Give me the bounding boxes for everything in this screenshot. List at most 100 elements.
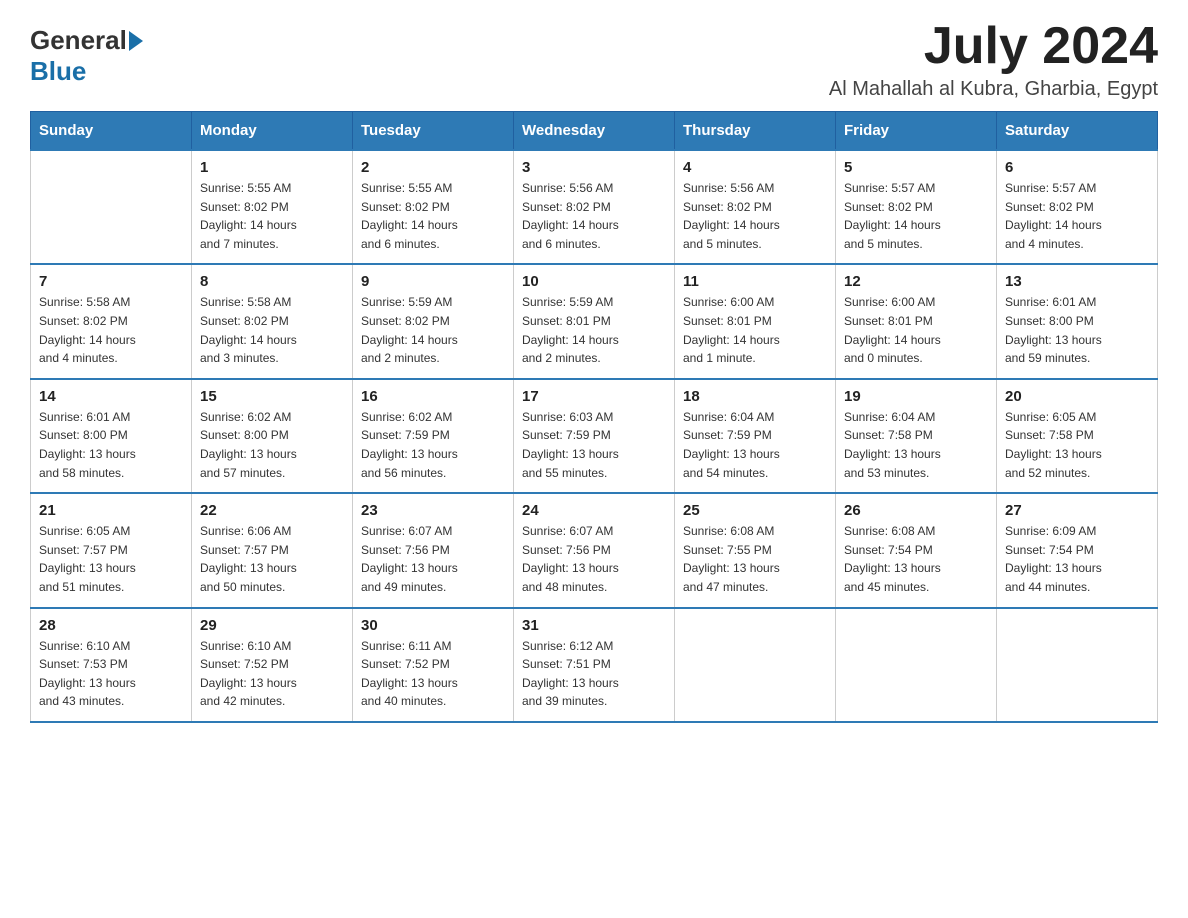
logo-blue-text: Blue	[30, 56, 86, 87]
day-info: Sunrise: 5:59 AM Sunset: 8:01 PM Dayligh…	[522, 293, 666, 367]
day-info: Sunrise: 6:11 AM Sunset: 7:52 PM Dayligh…	[361, 637, 505, 711]
day-number: 13	[1005, 273, 1149, 290]
day-header-sunday: Sunday	[31, 112, 192, 151]
day-number: 23	[361, 502, 505, 519]
day-cell	[675, 608, 836, 722]
location-subtitle: Al Mahallah al Kubra, Gharbia, Egypt	[829, 78, 1158, 101]
week-row-1: 1 Sunrise: 5:55 AM Sunset: 8:02 PM Daylig…	[31, 150, 1158, 264]
day-number: 7	[39, 273, 183, 290]
day-cell: 15 Sunrise: 6:02 AM Sunset: 8:00 PM Dayli…	[192, 379, 353, 493]
day-header-wednesday: Wednesday	[514, 112, 675, 151]
day-info: Sunrise: 6:05 AM Sunset: 7:58 PM Dayligh…	[1005, 408, 1149, 482]
week-row-2: 7 Sunrise: 5:58 AM Sunset: 8:02 PM Daylig…	[31, 264, 1158, 378]
day-number: 5	[844, 159, 988, 176]
logo-arrow-icon	[129, 31, 143, 51]
month-title: July 2024	[829, 20, 1158, 72]
day-cell: 17Sunrise: 6:03 AM Sunset: 7:59 PM Dayli…	[514, 379, 675, 493]
day-cell: 16 Sunrise: 6:02 AM Sunset: 7:59 PM Dayli…	[353, 379, 514, 493]
day-number: 17	[522, 388, 666, 405]
day-info: Sunrise: 6:08 AM Sunset: 7:55 PM Dayligh…	[683, 522, 827, 596]
day-number: 18	[683, 388, 827, 405]
day-cell: 26Sunrise: 6:08 AM Sunset: 7:54 PM Dayli…	[836, 493, 997, 607]
day-number: 16	[361, 388, 505, 405]
day-info: Sunrise: 6:04 AM Sunset: 7:59 PM Dayligh…	[683, 408, 827, 482]
day-info: Sunrise: 6:00 AM Sunset: 8:01 PM Dayligh…	[683, 293, 827, 367]
day-info: Sunrise: 5:55 AM Sunset: 8:02 PM Dayligh…	[200, 179, 344, 253]
day-cell: 9Sunrise: 5:59 AM Sunset: 8:02 PM Daylig…	[353, 264, 514, 378]
day-number: 22	[200, 502, 344, 519]
day-info: Sunrise: 6:12 AM Sunset: 7:51 PM Dayligh…	[522, 637, 666, 711]
day-info: Sunrise: 6:02 AM Sunset: 8:00 PM Dayligh…	[200, 408, 344, 482]
week-row-4: 21 Sunrise: 6:05 AM Sunset: 7:57 PM Dayli…	[31, 493, 1158, 607]
calendar-header-row: SundayMondayTuesdayWednesdayThursdayFrid…	[31, 112, 1158, 151]
day-info: Sunrise: 5:57 AM Sunset: 8:02 PM Dayligh…	[1005, 179, 1149, 253]
day-cell	[997, 608, 1158, 722]
day-cell: 13Sunrise: 6:01 AM Sunset: 8:00 PM Dayli…	[997, 264, 1158, 378]
day-cell: 28Sunrise: 6:10 AM Sunset: 7:53 PM Dayli…	[31, 608, 192, 722]
day-number: 1	[200, 159, 344, 176]
day-number: 30	[361, 617, 505, 634]
day-cell: 4Sunrise: 5:56 AM Sunset: 8:02 PM Daylig…	[675, 150, 836, 264]
day-cell: 30 Sunrise: 6:11 AM Sunset: 7:52 PM Dayli…	[353, 608, 514, 722]
day-number: 21	[39, 502, 183, 519]
day-cell: 27Sunrise: 6:09 AM Sunset: 7:54 PM Dayli…	[997, 493, 1158, 607]
day-info: Sunrise: 5:59 AM Sunset: 8:02 PM Dayligh…	[361, 293, 505, 367]
day-header-monday: Monday	[192, 112, 353, 151]
day-number: 19	[844, 388, 988, 405]
day-header-tuesday: Tuesday	[353, 112, 514, 151]
day-info: Sunrise: 5:55 AM Sunset: 8:02 PM Dayligh…	[361, 179, 505, 253]
day-info: Sunrise: 6:05 AM Sunset: 7:57 PM Dayligh…	[39, 522, 183, 596]
day-number: 12	[844, 273, 988, 290]
day-cell: 3Sunrise: 5:56 AM Sunset: 8:02 PM Daylig…	[514, 150, 675, 264]
day-cell: 7 Sunrise: 5:58 AM Sunset: 8:02 PM Daylig…	[31, 264, 192, 378]
day-number: 29	[200, 617, 344, 634]
day-cell: 20 Sunrise: 6:05 AM Sunset: 7:58 PM Dayli…	[997, 379, 1158, 493]
day-number: 28	[39, 617, 183, 634]
day-cell	[31, 150, 192, 264]
calendar-table: SundayMondayTuesdayWednesdayThursdayFrid…	[30, 111, 1158, 723]
day-cell: 23 Sunrise: 6:07 AM Sunset: 7:56 PM Dayli…	[353, 493, 514, 607]
day-cell: 24Sunrise: 6:07 AM Sunset: 7:56 PM Dayli…	[514, 493, 675, 607]
page-header: General Blue July 2024 Al Mahallah al Ku…	[30, 20, 1158, 101]
day-header-friday: Friday	[836, 112, 997, 151]
day-info: Sunrise: 6:04 AM Sunset: 7:58 PM Dayligh…	[844, 408, 988, 482]
day-info: Sunrise: 6:02 AM Sunset: 7:59 PM Dayligh…	[361, 408, 505, 482]
day-info: Sunrise: 6:07 AM Sunset: 7:56 PM Dayligh…	[361, 522, 505, 596]
day-number: 2	[361, 159, 505, 176]
day-cell: 25 Sunrise: 6:08 AM Sunset: 7:55 PM Dayli…	[675, 493, 836, 607]
day-info: Sunrise: 5:58 AM Sunset: 8:02 PM Dayligh…	[39, 293, 183, 367]
day-info: Sunrise: 5:57 AM Sunset: 8:02 PM Dayligh…	[844, 179, 988, 253]
day-number: 25	[683, 502, 827, 519]
day-number: 8	[200, 273, 344, 290]
day-number: 14	[39, 388, 183, 405]
day-cell: 1 Sunrise: 5:55 AM Sunset: 8:02 PM Daylig…	[192, 150, 353, 264]
day-info: Sunrise: 6:06 AM Sunset: 7:57 PM Dayligh…	[200, 522, 344, 596]
day-cell: 6Sunrise: 5:57 AM Sunset: 8:02 PM Daylig…	[997, 150, 1158, 264]
day-number: 3	[522, 159, 666, 176]
calendar-body: 1 Sunrise: 5:55 AM Sunset: 8:02 PM Daylig…	[31, 150, 1158, 722]
day-number: 26	[844, 502, 988, 519]
day-cell: 19 Sunrise: 6:04 AM Sunset: 7:58 PM Dayli…	[836, 379, 997, 493]
day-number: 4	[683, 159, 827, 176]
day-number: 27	[1005, 502, 1149, 519]
day-number: 24	[522, 502, 666, 519]
title-section: July 2024 Al Mahallah al Kubra, Gharbia,…	[829, 20, 1158, 101]
day-cell: 2 Sunrise: 5:55 AM Sunset: 8:02 PM Daylig…	[353, 150, 514, 264]
day-cell: 21 Sunrise: 6:05 AM Sunset: 7:57 PM Dayli…	[31, 493, 192, 607]
day-info: Sunrise: 6:01 AM Sunset: 8:00 PM Dayligh…	[39, 408, 183, 482]
day-cell: 29 Sunrise: 6:10 AM Sunset: 7:52 PM Dayli…	[192, 608, 353, 722]
day-cell: 12Sunrise: 6:00 AM Sunset: 8:01 PM Dayli…	[836, 264, 997, 378]
day-cell: 22 Sunrise: 6:06 AM Sunset: 7:57 PM Dayli…	[192, 493, 353, 607]
day-header-saturday: Saturday	[997, 112, 1158, 151]
day-number: 15	[200, 388, 344, 405]
logo-general-text: General	[30, 25, 127, 56]
day-cell: 31Sunrise: 6:12 AM Sunset: 7:51 PM Dayli…	[514, 608, 675, 722]
day-number: 20	[1005, 388, 1149, 405]
day-number: 11	[683, 273, 827, 290]
day-cell	[836, 608, 997, 722]
day-cell: 18 Sunrise: 6:04 AM Sunset: 7:59 PM Dayli…	[675, 379, 836, 493]
day-info: Sunrise: 6:10 AM Sunset: 7:52 PM Dayligh…	[200, 637, 344, 711]
day-info: Sunrise: 5:58 AM Sunset: 8:02 PM Dayligh…	[200, 293, 344, 367]
day-number: 10	[522, 273, 666, 290]
day-header-thursday: Thursday	[675, 112, 836, 151]
